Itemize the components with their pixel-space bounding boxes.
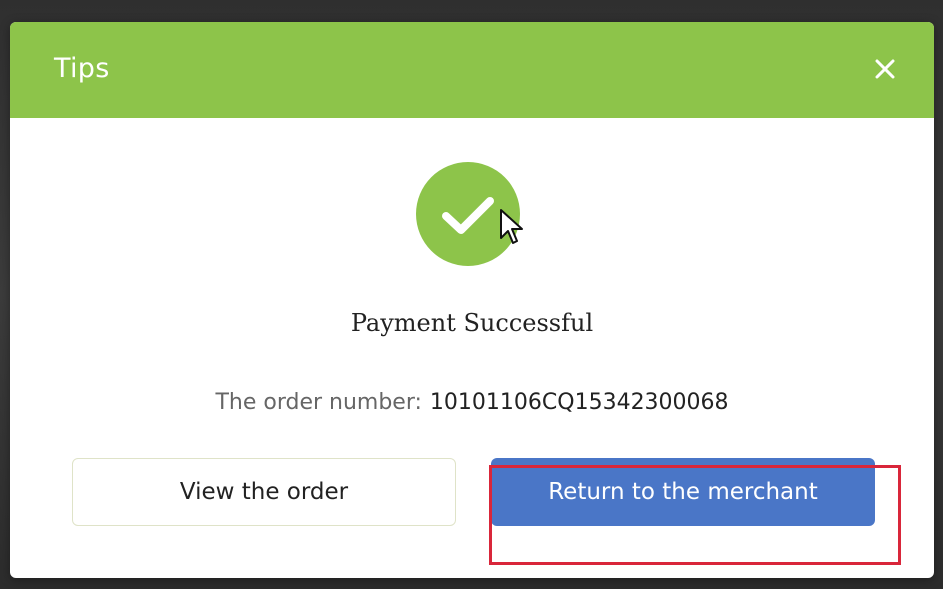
tips-dialog: Tips Payment Successful The order number… — [10, 22, 934, 578]
view-order-button[interactable]: View the order — [72, 458, 456, 526]
order-number-label: The order number: — [215, 390, 422, 415]
close-icon[interactable] — [872, 56, 898, 82]
return-to-merchant-button[interactable]: Return to the merchant — [491, 458, 875, 526]
dialog-header: Tips — [10, 22, 934, 118]
mouse-cursor-icon — [498, 208, 528, 248]
payment-status: Payment Successful — [350, 309, 594, 337]
order-number-line: The order number: 10101106CQ15342300068 — [10, 390, 934, 415]
dialog-title: Tips — [54, 53, 110, 84]
order-number-value: 10101106CQ15342300068 — [429, 390, 729, 415]
